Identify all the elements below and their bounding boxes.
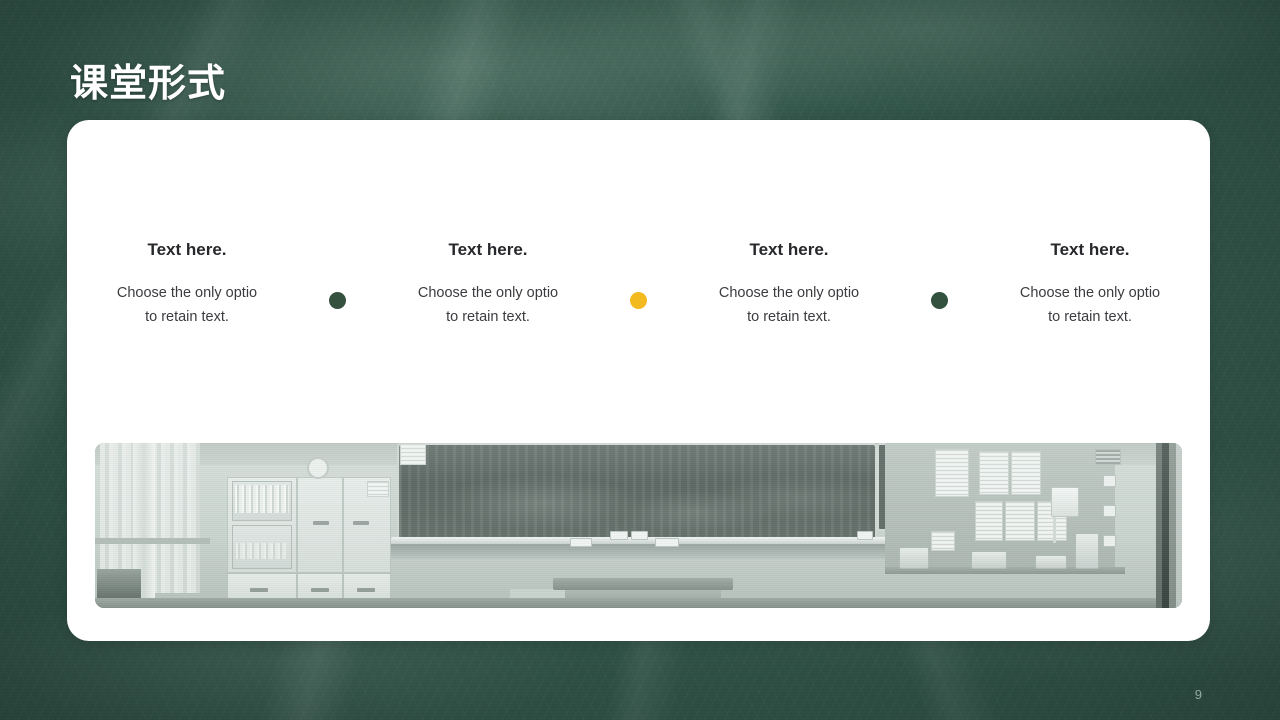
feature-body: Choose the only optio to retain text. xyxy=(382,282,594,330)
feature-heading: Text here. xyxy=(147,240,227,259)
feature-column-2: Text here. Choose the only optio to reta… xyxy=(382,240,594,330)
divider-dot-yellow xyxy=(630,292,647,309)
feature-body: Choose the only optio to retain text. xyxy=(683,282,895,330)
feature-body-line-1: Choose the only optio xyxy=(718,285,860,301)
feature-body-line-1: Choose the only optio xyxy=(417,285,559,301)
slide: 课堂形式 Text here. Choose the only optio to… xyxy=(0,0,1280,720)
divider-dot-1-wrap xyxy=(318,240,358,309)
feature-body-line-2: to retain text. xyxy=(446,308,530,325)
classroom-photo xyxy=(95,443,1182,608)
feature-body-line-2: to retain text. xyxy=(747,308,831,325)
feature-column-4: Text here. Choose the only optio to reta… xyxy=(984,240,1196,330)
feature-columns: Text here. Choose the only optio to reta… xyxy=(67,240,1210,330)
divider-dot-3-wrap xyxy=(920,240,960,309)
photo-film-grain xyxy=(95,443,1182,608)
feature-heading: Text here. xyxy=(1050,240,1130,259)
feature-body-line-2: to retain text. xyxy=(145,308,229,325)
divider-dot-green xyxy=(931,292,948,309)
divider-dot-green xyxy=(329,292,346,309)
feature-column-1: Text here. Choose the only optio to reta… xyxy=(81,240,293,330)
page-number: 9 xyxy=(1194,687,1202,702)
classroom-photo-scene xyxy=(95,443,1182,608)
feature-body-line-1: Choose the only optio xyxy=(1019,285,1161,301)
feature-heading: Text here. xyxy=(448,240,528,259)
page-title: 课堂形式 xyxy=(70,63,227,105)
feature-column-3: Text here. Choose the only optio to reta… xyxy=(683,240,895,330)
feature-body: Choose the only optio to retain text. xyxy=(984,282,1196,330)
feature-body-line-2: to retain text. xyxy=(1048,308,1132,325)
feature-body: Choose the only optio to retain text. xyxy=(81,282,293,330)
content-card: Text here. Choose the only optio to reta… xyxy=(67,120,1210,641)
feature-heading: Text here. xyxy=(749,240,829,259)
divider-dot-2-wrap xyxy=(619,240,659,309)
feature-body-line-1: Choose the only optio xyxy=(116,285,258,301)
